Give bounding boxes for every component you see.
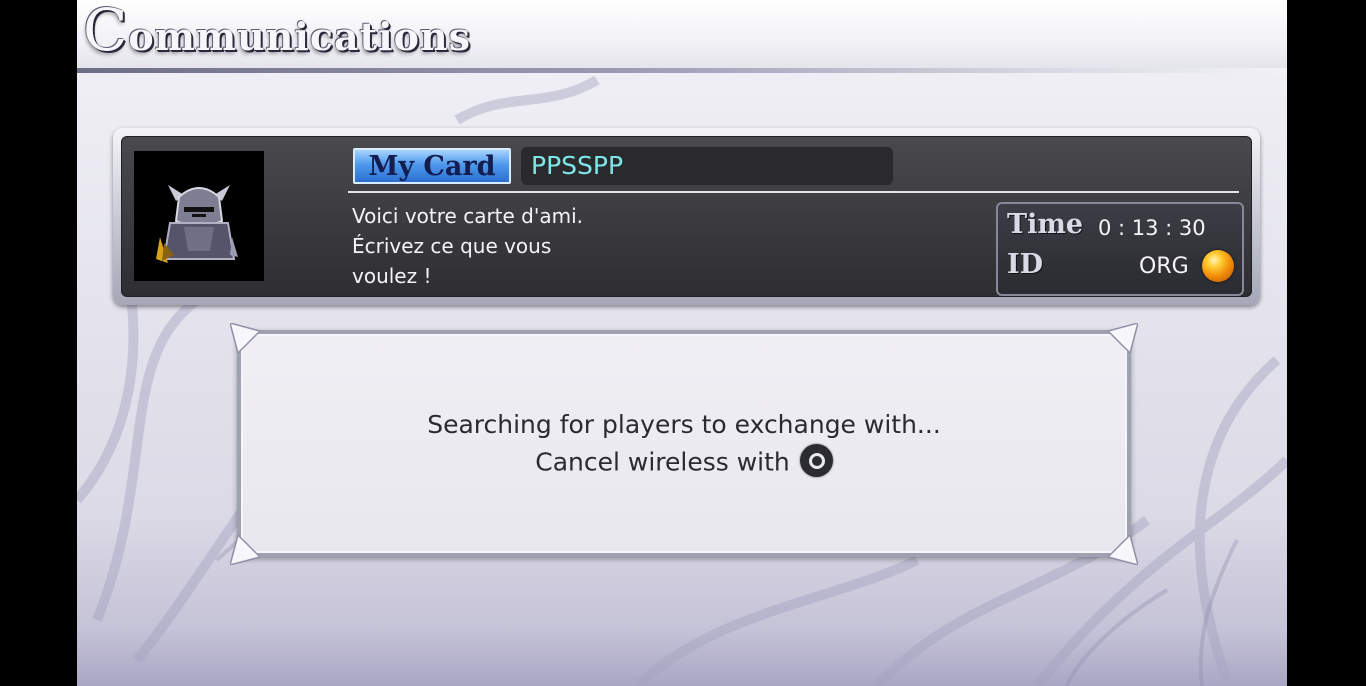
dialog-corner-icon bbox=[1108, 323, 1138, 353]
cancel-instruction-text: Cancel wireless with bbox=[535, 447, 790, 477]
id-label: ID bbox=[1007, 249, 1044, 280]
page-title: Communications bbox=[83, 0, 471, 66]
search-status-text: Searching for players to exchange with..… bbox=[427, 410, 941, 439]
cancel-instruction: Cancel wireless with bbox=[237, 444, 1131, 480]
page-title-rest: ommunications bbox=[128, 14, 471, 59]
card-divider bbox=[348, 191, 1239, 193]
my-card-tab[interactable]: My Card bbox=[353, 148, 511, 184]
player-name-field[interactable]: PPSSPP bbox=[521, 147, 893, 185]
card-message-line: Voici votre carte d'ami. bbox=[352, 204, 584, 228]
id-value: ORG bbox=[1139, 254, 1189, 279]
circle-button-icon[interactable] bbox=[799, 444, 833, 477]
title-rule bbox=[77, 68, 1287, 73]
card-message-line: Écrivez ce que vous bbox=[352, 234, 552, 258]
card-message-line: voulez ! bbox=[352, 264, 432, 288]
stats-panel: Time 0 : 13 : 30 ID ORG bbox=[996, 202, 1244, 296]
card-message[interactable]: Voici votre carte d'ami. Écrivez ce que … bbox=[352, 201, 772, 291]
time-value: 0 : 13 : 30 bbox=[1098, 216, 1206, 240]
dialog-corner-icon bbox=[230, 535, 260, 565]
page-title-initial: C bbox=[83, 0, 129, 64]
time-label: Time bbox=[1007, 209, 1084, 240]
search-dialog bbox=[237, 330, 1131, 557]
orange-orb-icon bbox=[1202, 250, 1234, 282]
dialog-corner-icon bbox=[230, 323, 260, 353]
avatar[interactable] bbox=[134, 151, 264, 281]
armored-knight-icon bbox=[134, 151, 264, 281]
dialog-corner-icon bbox=[1108, 535, 1138, 565]
